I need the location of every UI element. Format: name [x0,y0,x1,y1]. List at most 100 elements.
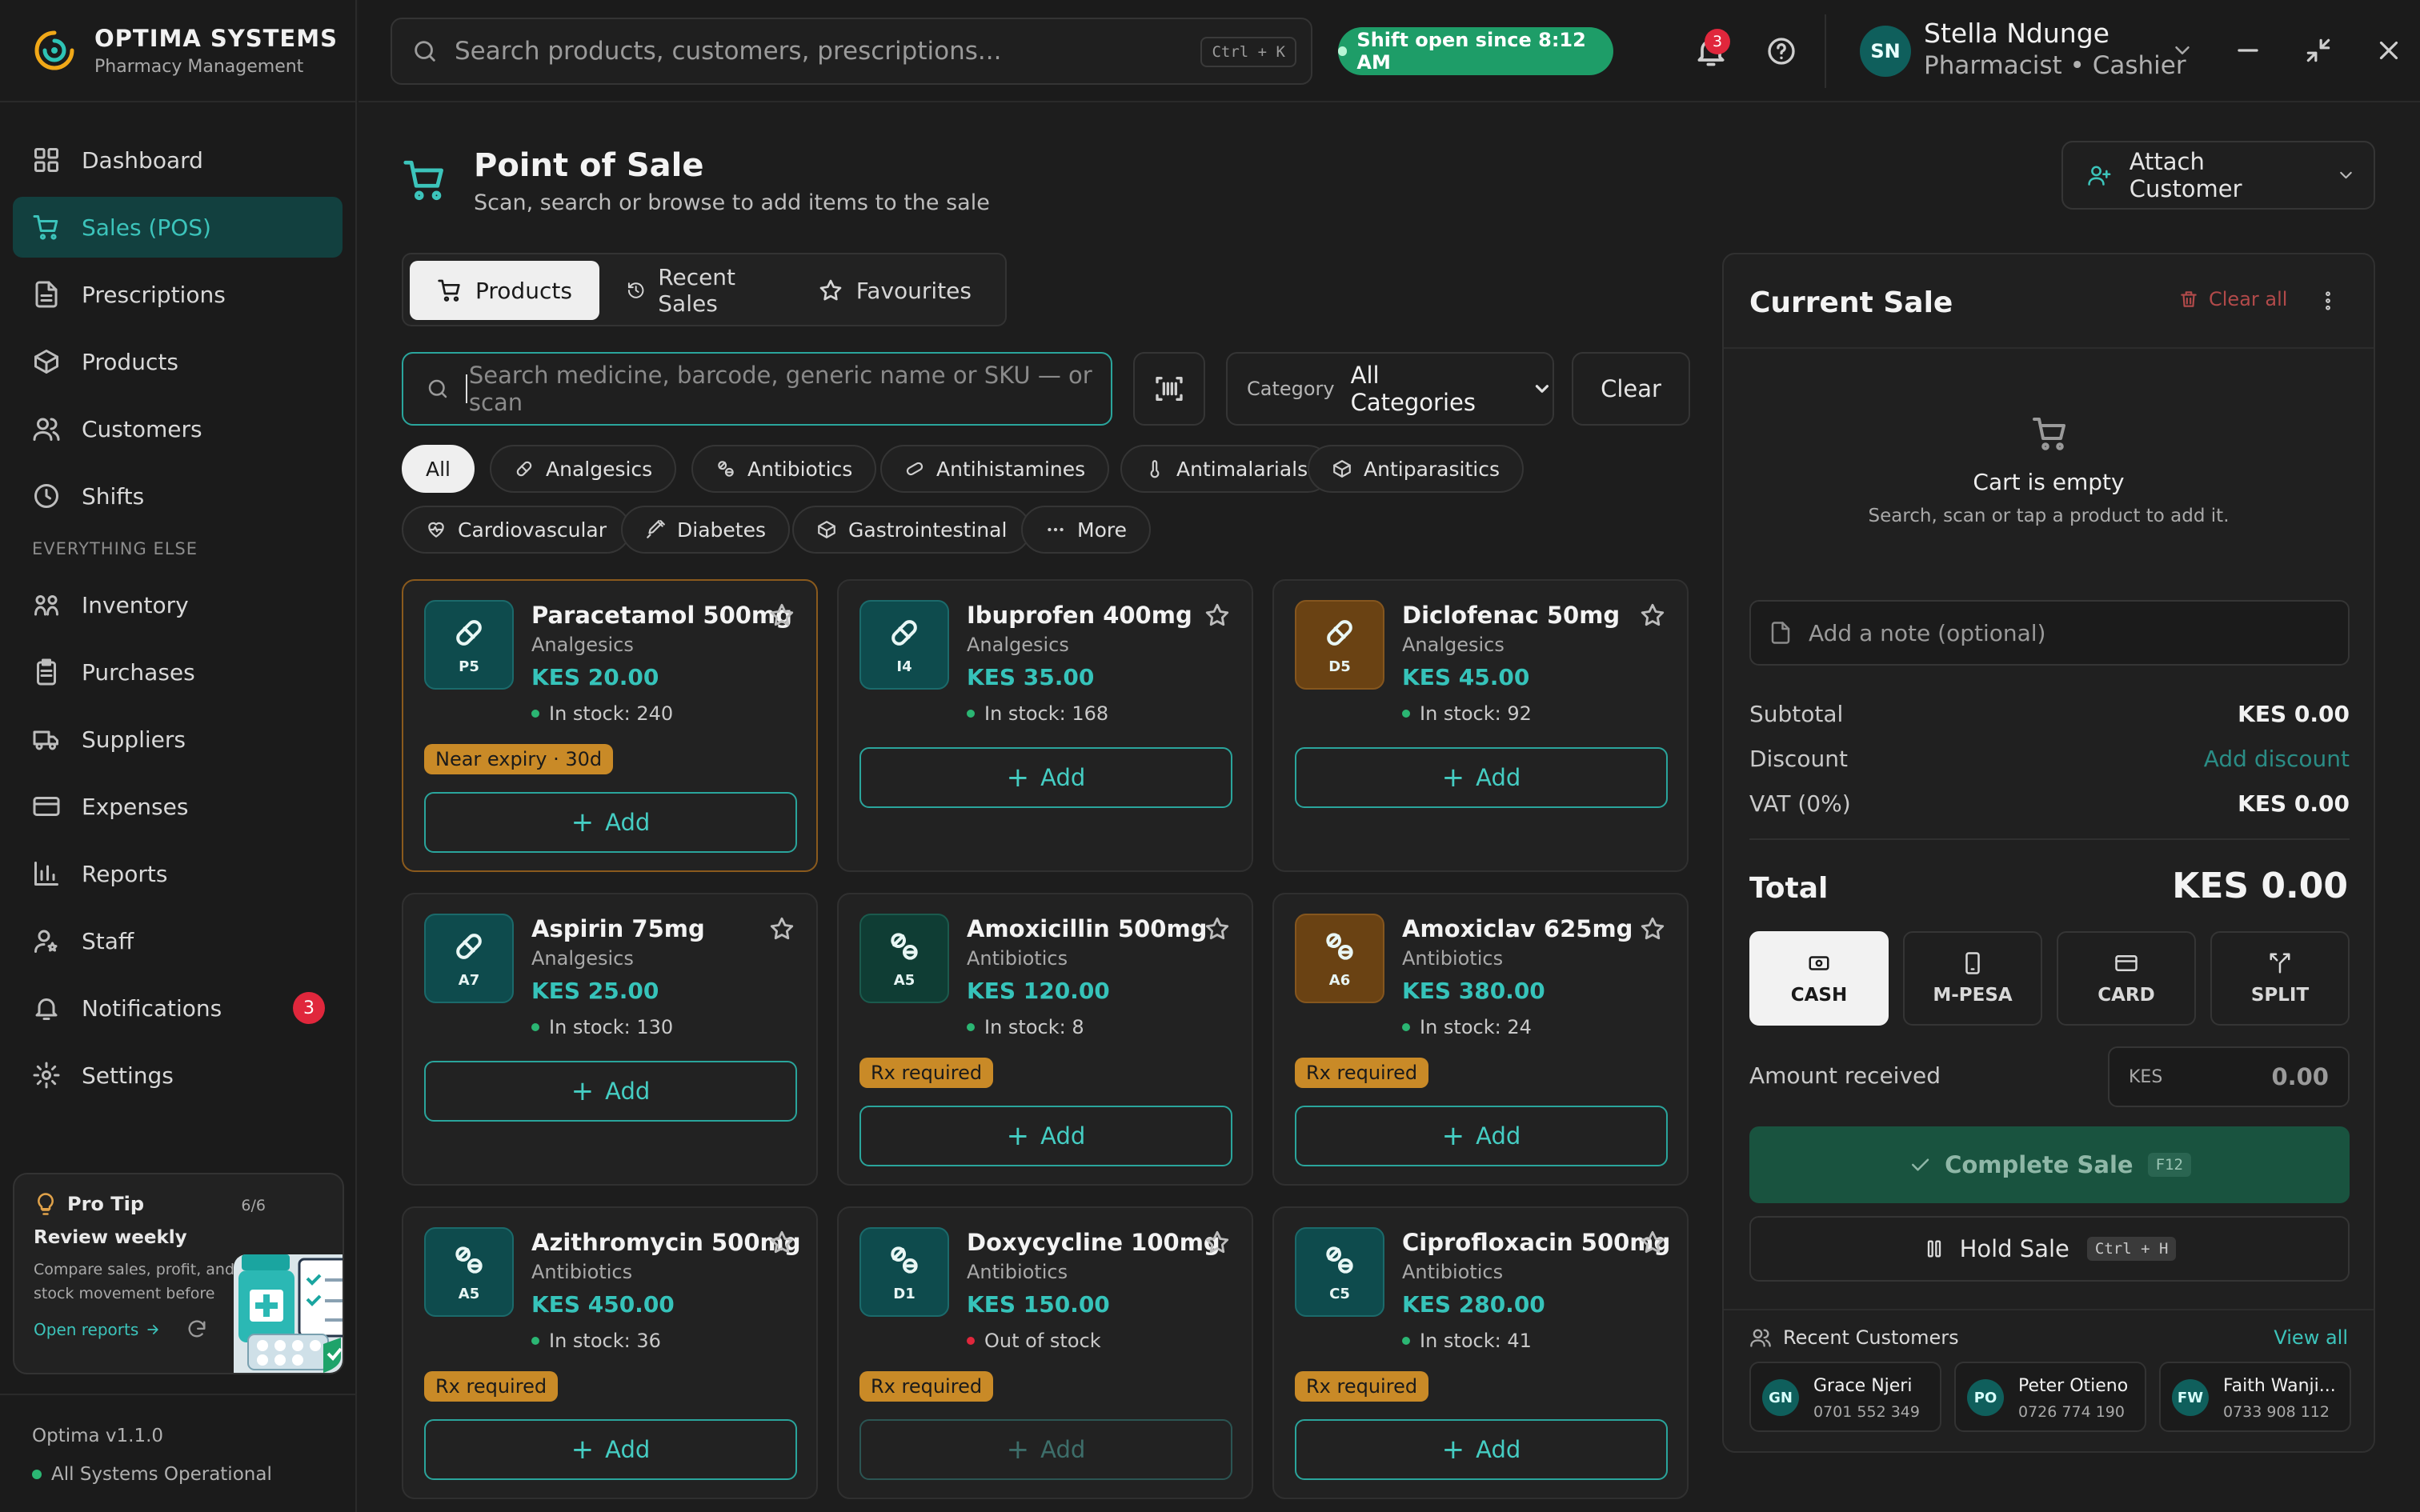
product-card[interactable]: P5 Paracetamol 500mg Analgesics KES 20.00 In… [402,579,818,872]
product-card[interactable]: A7 Aspirin 75mg Analgesics KES 25.00 In stoc… [402,893,818,1186]
add-to-cart-button[interactable]: + Add [859,1106,1232,1166]
category-select[interactable]: Category All Categories [1226,352,1554,426]
add-button-label: Add [1476,1122,1521,1150]
staff-icon [34,930,58,953]
add-to-cart-button[interactable]: + Add [424,1061,797,1122]
favourite-star-icon[interactable] [768,915,795,942]
add-to-cart-button[interactable]: + Add [424,1419,797,1480]
sidebar-item-purchases[interactable]: Purchases [13,642,343,702]
customer-phone: 0701 552 349 [1813,1403,1920,1421]
sidebar-item-staff[interactable]: Staff [13,910,343,971]
product-card[interactable]: D1 Doxycycline 100mg Antibiotics KES 150.00… [837,1206,1253,1499]
chip-antibiotics[interactable]: Antibiotics [691,445,877,493]
payment-mpesa-button[interactable]: M-PESA [1903,931,2042,1026]
sidebar-item-reports[interactable]: Reports [13,843,343,904]
product-card[interactable]: D5 Diclofenac 50mg Analgesics KES 45.00 In s… [1272,579,1689,872]
product-card[interactable]: A5 Azithromycin 500mg Antibiotics KES 450.0… [402,1206,818,1499]
recent-customer-card[interactable]: GN Grace Njeri 0701 552 349 [1749,1362,1941,1432]
favourite-star-icon[interactable] [768,602,795,629]
sidebar-item-expenses[interactable]: Expenses [13,776,343,837]
add-to-cart-button[interactable]: + Add [1295,1106,1668,1166]
sidebar-item-label: Reports [82,860,168,887]
tab-favourites[interactable]: Favourites [791,261,999,320]
product-card[interactable]: A5 Amoxicillin 500mg Antibiotics KES 120.00… [837,893,1253,1186]
more-vertical-icon[interactable] [2316,286,2340,315]
add-discount-link[interactable]: Add discount [2204,746,2350,772]
stock-status-dot-icon [531,1023,539,1031]
add-to-cart-button[interactable]: + Add [859,747,1232,808]
sidebar-item-suppliers[interactable]: Suppliers [13,709,343,770]
sidebar-item-notifications[interactable]: Notifications 3 [13,978,343,1038]
sidebar-item-prescriptions[interactable]: Prescriptions [13,264,343,325]
product-stock-text: In stock: 168 [984,702,1109,725]
hold-sale-button[interactable]: Hold Sale Ctrl + H [1749,1216,2350,1282]
recent-customer-card[interactable]: PO Peter Otieno 0726 774 190 [1954,1362,2146,1432]
user-name[interactable]: Stella Ndunge [1924,18,2109,49]
chip-analgesics[interactable]: Analgesics [490,445,677,493]
add-to-cart-button[interactable]: + Add [1295,747,1668,808]
recent-customer-card[interactable]: FW Faith Wanji... 0733 908 112 [2159,1362,2351,1432]
product-search-input[interactable]: Search medicine, barcode, generic name o… [402,352,1112,426]
chip-diabetes[interactable]: Diabetes [621,506,790,554]
topbar-divider [1825,14,1826,88]
favourite-star-icon[interactable] [1639,915,1666,942]
add-to-cart-button[interactable]: + Add [424,792,797,853]
sidebar-item-dashboard[interactable]: Dashboard [13,130,343,190]
customer-name: Grace Njeri [1813,1376,1913,1396]
check-icon [1912,1158,1929,1171]
favourite-star-icon[interactable] [1639,602,1666,629]
payment-card-button[interactable]: CARD [2057,931,2196,1026]
pro-tip-card: Pro Tip 6/6 Review weekly Compare sales,… [13,1173,344,1374]
chip-more[interactable]: More [1021,506,1151,554]
amount-received-input[interactable]: KES 0.00 [2108,1046,2350,1107]
favourite-star-icon[interactable] [1204,915,1231,942]
sidebar-item-shifts[interactable]: Shifts [13,466,343,526]
tab-recent-sales[interactable]: Recent Sales [599,261,791,320]
add-to-cart-button[interactable]: + Add [859,1419,1232,1480]
chip-antihistamines[interactable]: Antihistamines [880,445,1110,493]
chip-all[interactable]: All [402,445,475,493]
sidebar-item-customers[interactable]: Customers [13,398,343,459]
sidebar-item-settings[interactable]: Settings [13,1045,343,1106]
user-avatar[interactable]: SN [1860,26,1911,77]
sidebar-item-products[interactable]: Products [13,331,343,392]
tab-products[interactable]: Products [410,261,599,320]
chevron-down-icon[interactable] [2170,38,2194,62]
payment-cash-button[interactable]: CASH [1749,931,1889,1026]
favourite-star-icon[interactable] [1204,602,1231,629]
system-status-text: All Systems Operational [51,1464,272,1485]
product-card[interactable]: I4 Ibuprofen 400mg Analgesics KES 35.00 In s… [837,579,1253,872]
add-button-label: Add [1476,764,1521,791]
refresh-icon[interactable] [186,1318,208,1341]
chip-antimalarials[interactable]: Antimalarials [1120,445,1332,493]
pill-icon [891,619,917,646]
clear-filters-button[interactable]: Clear [1572,352,1690,426]
add-to-cart-button[interactable]: + Add [1295,1419,1668,1480]
minimize-icon[interactable] [2233,35,2263,66]
product-card[interactable]: C5 Ciprofloxacin 500mg Antibiotics KES 280.… [1272,1206,1689,1499]
complete-sale-button[interactable]: Complete Sale F12 [1749,1126,2350,1203]
chip-cardiovascular[interactable]: Cardiovascular [402,506,631,554]
barcode-scan-button[interactable] [1133,352,1205,426]
sidebar-item-inventory[interactable]: Inventory [13,574,343,635]
payment-split-button[interactable]: SPLIT [2210,931,2350,1026]
vat-row: VAT (0%) KES 0.00 [1749,790,2350,817]
close-icon[interactable] [2374,35,2404,66]
global-search-input[interactable]: Search products, customers, prescription… [391,18,1312,85]
clear-all-button[interactable]: Clear all [2178,288,2287,310]
chip-antiparasitics[interactable]: Antiparasitics [1308,445,1524,493]
sale-note-input[interactable]: Add a note (optional) [1749,600,2350,666]
attach-customer-button[interactable]: Attach Customer [2061,141,2375,210]
favourite-star-icon[interactable] [1204,1229,1231,1256]
favourite-star-icon[interactable] [1639,1229,1666,1256]
view-all-customers-link[interactable]: View all [2274,1326,2348,1349]
sidebar-item-sales-pos[interactable]: Sales (POS) [13,197,343,258]
chip-gastrointestinal[interactable]: Gastrointestinal [792,506,1032,554]
gear-icon [33,1062,60,1089]
help-icon[interactable] [1765,35,1797,67]
favourite-star-icon[interactable] [768,1229,795,1256]
restore-icon[interactable] [2303,35,2334,66]
shift-status-pill[interactable]: Shift open since 8:12 AM [1338,27,1613,75]
product-card[interactable]: A6 Amoxiclav 625mg Antibiotics KES 380.00 In… [1272,893,1689,1186]
pro-tip-link[interactable]: Open reports [34,1320,161,1339]
